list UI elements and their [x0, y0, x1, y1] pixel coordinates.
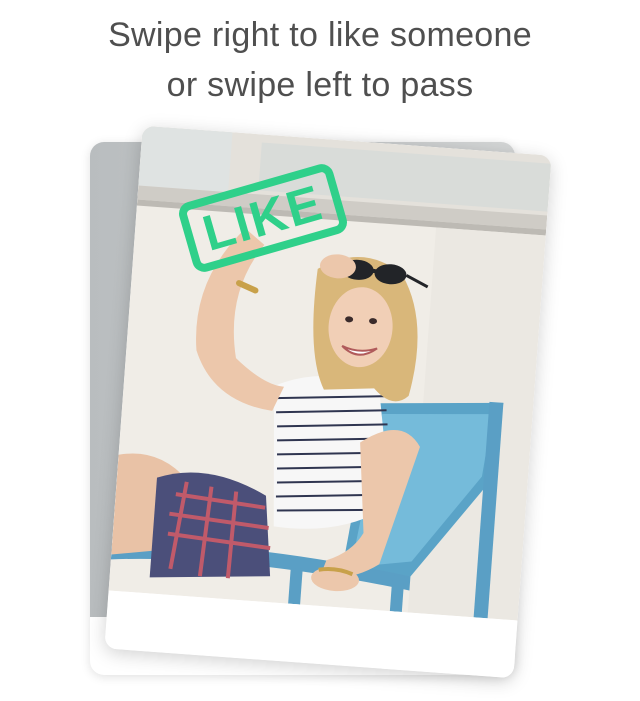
instruction-line-1: Swipe right to like someone: [108, 16, 532, 54]
swipe-tutorial-screen: Swipe right to like someone or swipe lef…: [0, 0, 640, 701]
instruction-text: Swipe right to like someone or swipe lef…: [0, 10, 640, 110]
instruction-line-2: or swipe left to pass: [166, 66, 474, 104]
